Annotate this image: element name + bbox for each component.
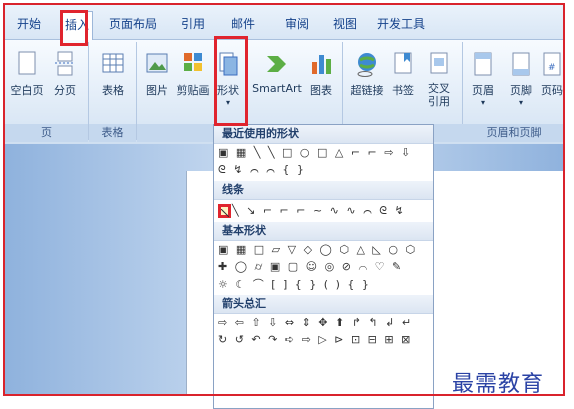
page-break-icon xyxy=(52,50,78,78)
line-shape-selected[interactable] xyxy=(218,204,231,218)
dropdown-arrow-icon: ▾ xyxy=(480,98,485,107)
page-break-button[interactable]: 分页 xyxy=(48,50,82,98)
blank-page-icon xyxy=(14,50,40,78)
tab-review[interactable]: 审阅 xyxy=(285,15,309,32)
highlight-insert-tab xyxy=(60,10,88,46)
clipart-button[interactable]: 剪贴画 xyxy=(174,50,212,98)
globe-link-icon xyxy=(354,50,380,78)
tab-page-layout[interactable]: 页面布局 xyxy=(109,15,157,32)
cross-reference-icon xyxy=(426,50,452,78)
bookmark-icon xyxy=(390,50,416,78)
table-button[interactable]: 表格 xyxy=(96,50,130,98)
recent-shapes-row[interactable]: ᘓ ↯ ⌒ ⌒ { } xyxy=(214,161,433,178)
chart-icon xyxy=(308,50,334,78)
group-title-pages: 页 xyxy=(5,124,88,142)
section-recent-shapes: 最近使用的形状 xyxy=(214,125,433,144)
tab-mailings[interactable]: 邮件 xyxy=(231,15,255,32)
svg-text:#: # xyxy=(548,63,556,73)
tab-home[interactable]: 开始 xyxy=(17,15,41,32)
shapes-gallery-dropdown: 最近使用的形状 ▣ ▦ ╲ ╲ □ ○ □ △ ⌐ ⌐ ⇨ ⇩ ᘓ ↯ ⌒ ⌒ … xyxy=(213,124,434,409)
footer-icon xyxy=(508,50,534,78)
smartart-icon xyxy=(264,50,290,78)
table-icon xyxy=(100,50,126,78)
footer-button[interactable]: 页脚 ▾ xyxy=(506,50,536,107)
arrow-shapes-row[interactable]: ⇨ ⇦ ⇧ ⇩ ⇔ ⇕ ✥ ⬆ ↱ ↰ ↲ ↵ xyxy=(214,314,433,331)
page-number-icon: # xyxy=(541,50,563,78)
basic-shapes-row[interactable]: ✚ ◯ ⌭ ▣ ▢ ☺ ◎ ⊘ ⌒ ♡ ✎ xyxy=(214,258,433,275)
watermark: 最需教育 xyxy=(452,372,545,397)
header-button[interactable]: 页眉 ▾ xyxy=(468,50,498,107)
chart-button[interactable]: 图表 xyxy=(306,50,336,98)
header-icon xyxy=(470,50,496,78)
picture-button[interactable]: 图片 xyxy=(142,50,172,98)
section-lines: 线条 xyxy=(214,181,433,200)
hyperlink-button[interactable]: 超链接 xyxy=(348,50,386,98)
tab-references[interactable]: 引用 xyxy=(181,15,205,32)
blank-page-button[interactable]: 空白页 xyxy=(8,50,46,98)
dropdown-arrow-icon: ▾ xyxy=(518,98,523,107)
basic-shapes-row[interactable]: ▣ ▦ □ ▱ ▽ ◇ ◯ ⬡ △ ◺ ○ ⬡ xyxy=(214,241,433,258)
smartart-button[interactable]: SmartArt xyxy=(250,50,304,95)
lines-row[interactable]: ╲ ↘ ⌐ ⌐ ⌐ ~ ∿ ∿ ⌒ ᘓ ↯ xyxy=(214,200,433,222)
tab-developer[interactable]: 开发工具 xyxy=(377,15,425,32)
clipart-icon xyxy=(180,50,206,78)
section-block-arrows: 箭头总汇 xyxy=(214,295,433,314)
arrow-shapes-row[interactable]: ↻ ↺ ↶ ↷ ➪ ⇨ ▷ ⊳ ⊡ ⊟ ⊞ ⊠ xyxy=(214,331,433,348)
recent-shapes-row[interactable]: ▣ ▦ ╲ ╲ □ ○ □ △ ⌐ ⌐ ⇨ ⇩ xyxy=(214,144,433,161)
cross-reference-button[interactable]: 交叉 引用 xyxy=(422,50,456,108)
picture-icon xyxy=(144,50,170,78)
tab-view[interactable]: 视图 xyxy=(333,15,357,32)
section-basic-shapes: 基本形状 xyxy=(214,222,433,241)
ribbon-tab-bar: 开始 插入 页面布局 引用 邮件 审阅 视图 开发工具 xyxy=(5,5,565,40)
page-number-button[interactable]: # 页码 xyxy=(540,50,564,98)
group-title-tables: 表格 xyxy=(89,124,136,142)
highlight-shapes-button xyxy=(214,36,248,126)
group-title-header-footer: 页眉和页脚 xyxy=(463,124,565,142)
basic-shapes-row[interactable]: ☼ ☾ ⌒ [ ] { } ( ) { } xyxy=(214,275,433,292)
bookmark-button[interactable]: 书签 xyxy=(388,50,418,98)
